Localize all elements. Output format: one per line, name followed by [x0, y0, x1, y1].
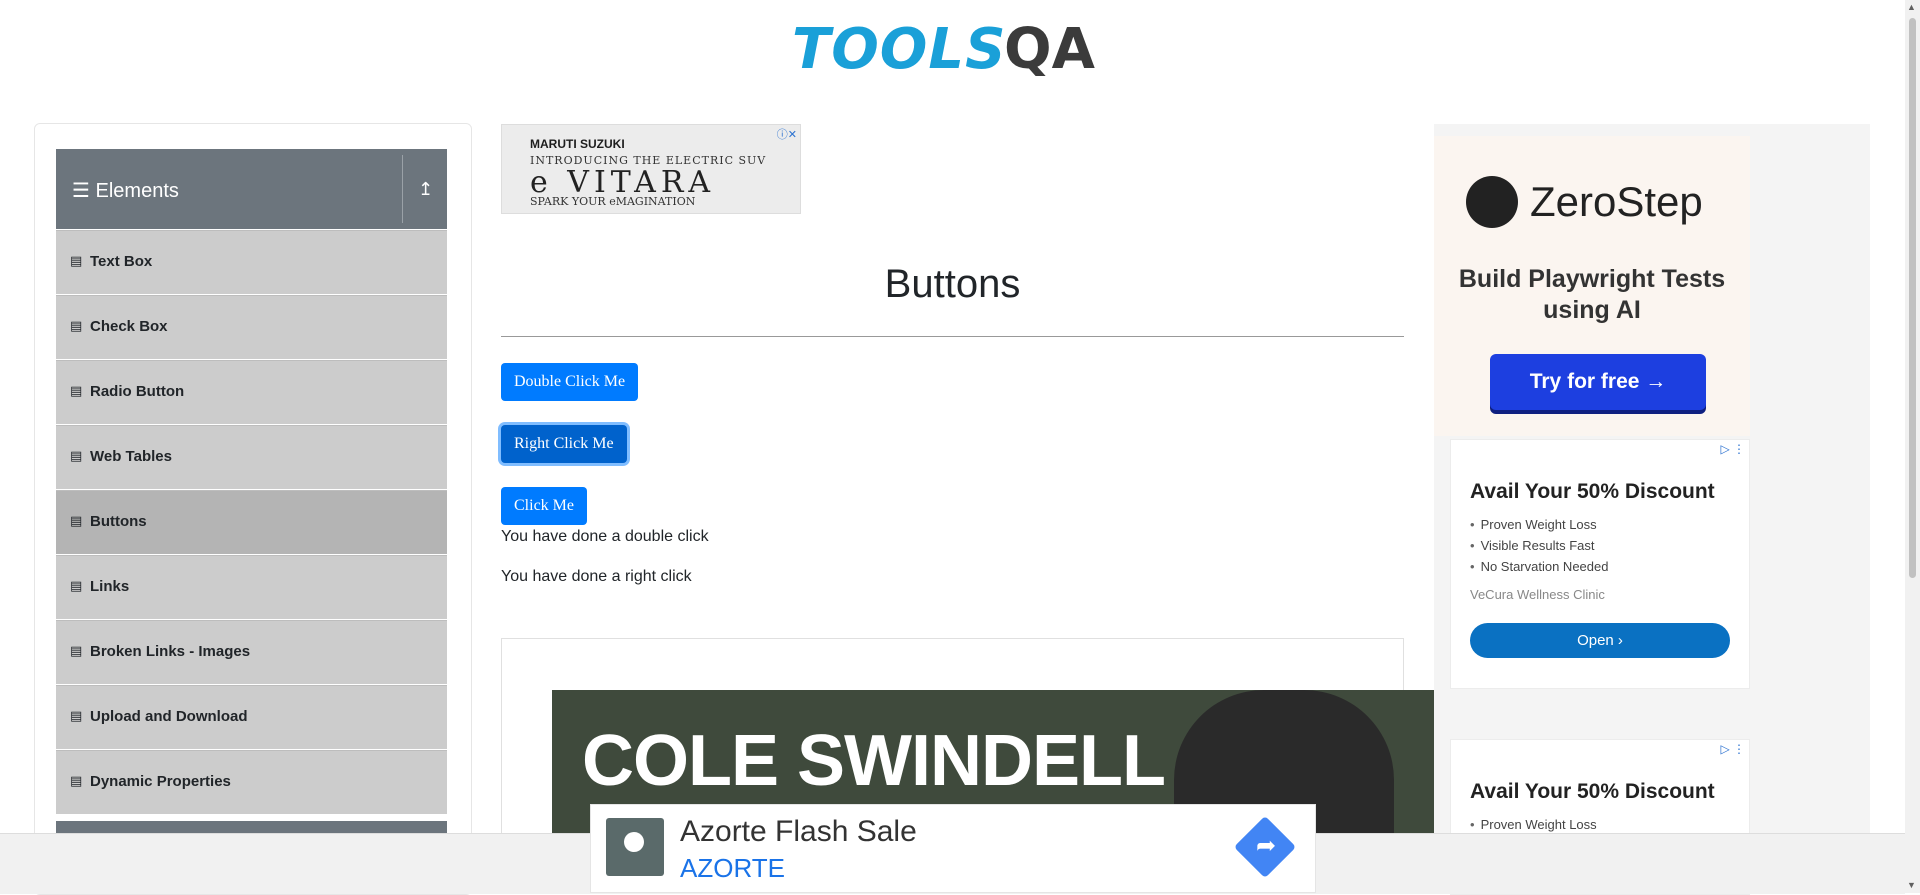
ad-directions-icon[interactable]: ➦: [1233, 815, 1297, 879]
toolsqa-logo[interactable]: TOOLS QA: [792, 12, 1116, 92]
ad-bullet: Visible Results Fast: [1470, 535, 1608, 556]
ad-bullets: Proven Weight Loss Visible Results Fast …: [1470, 514, 1609, 577]
ad-banner-text: COLE SWINDELL: [582, 721, 1166, 801]
html5-icon: ▤: [70, 643, 83, 658]
bottom-ad[interactable]: Azorte Flash Sale AZORTE ➦: [590, 804, 1316, 893]
ad-heading: Avail Your 50% Discount: [1470, 780, 1715, 803]
ad-slogan: SPARK YOUR eMAGINATION: [530, 195, 696, 208]
adchoices-icon[interactable]: ▷ ⋮: [1720, 442, 1745, 456]
sidebar-item-label: Web Tables: [90, 448, 172, 465]
ad-heading: Avail Your 50% Discount: [1470, 480, 1715, 503]
sidebar-menu: ▤ Text Box ▤ Check Box ▤ Radio Button ▤ Web …: [56, 230, 447, 815]
double-click-button[interactable]: Double Click Me: [501, 363, 639, 401]
click-me-button[interactable]: Click Me: [501, 487, 587, 525]
ad-tagline: Build Playwright Tests using AI: [1458, 265, 1726, 324]
ad-bullet: Proven Weight Loss: [1470, 814, 1597, 835]
sidebar-item-label: Buttons: [90, 513, 147, 530]
sidebar-item-label: Broken Links - Images: [90, 643, 251, 660]
logo-accent-text: QA: [1004, 17, 1095, 82]
sidebar-item-radio-button[interactable]: ▤ Radio Button: [56, 360, 447, 424]
collapse-icon[interactable]: ↥: [418, 179, 433, 200]
html5-icon: ▤: [70, 513, 83, 528]
ad-title: Azorte Flash Sale: [680, 815, 917, 848]
sidebar-item-check-box[interactable]: ▤ Check Box: [56, 295, 447, 359]
html5-icon: ▤: [70, 578, 83, 593]
html5-icon: ▤: [70, 318, 83, 333]
sidebar-item-broken-links[interactable]: ▤ Broken Links - Images: [56, 620, 447, 684]
ad-brand: AZORTE: [680, 853, 785, 883]
zerostep-logo-icon: [1466, 176, 1518, 228]
html5-icon: ▤: [70, 253, 83, 268]
ad-source: VeCura Wellness Clinic: [1470, 587, 1605, 602]
html5-icon: ▤: [70, 773, 83, 788]
ad-banner-top[interactable]: MARUTI SUZUKI INTRODUCING THE ELECTRIC S…: [501, 124, 801, 214]
sidebar-item-label: Dynamic Properties: [90, 773, 231, 790]
sidebar-item-label: Text Box: [90, 253, 153, 270]
sidebar-item-label: Upload and Download: [90, 708, 248, 725]
ad-brand: ZeroStep: [1530, 178, 1703, 225]
sidebar-item-label: Radio Button: [90, 383, 185, 400]
ad-bullets: Proven Weight Loss: [1470, 814, 1597, 835]
double-click-message: You have done a double click: [501, 528, 709, 545]
html5-icon: ▤: [70, 448, 83, 463]
scroll-down-icon[interactable]: ▼: [1907, 880, 1916, 890]
group-title-label: Elements: [95, 180, 179, 202]
sidebar-item-label: Links: [90, 578, 130, 595]
title-divider: [501, 336, 1404, 337]
header-divider: [402, 155, 403, 223]
ad-bullet: Proven Weight Loss: [1470, 514, 1608, 535]
page-title: Buttons: [884, 262, 1021, 306]
ad-zerostep[interactable]: ZeroStep Build Playwright Tests using AI…: [1434, 136, 1750, 436]
group-header-elements[interactable]: ☰ Elements ↥: [56, 149, 447, 229]
sidebar-item-web-tables[interactable]: ▤ Web Tables: [56, 425, 447, 489]
ad-card[interactable]: ▷ ⋮ Avail Your 50% Discount Proven Weigh…: [1450, 439, 1750, 689]
sidebar-item-links[interactable]: ▤ Links: [56, 555, 447, 619]
try-for-free-button[interactable]: Try for free →: [1490, 354, 1706, 410]
scrollbar-thumb[interactable]: [1909, 18, 1916, 578]
right-click-message: You have done a right click: [501, 568, 692, 585]
menu-icon: ☰: [72, 180, 90, 202]
scroll-up-icon[interactable]: ▲: [1907, 2, 1916, 12]
group-title: ☰ Elements: [72, 178, 179, 203]
sidebar-item-buttons[interactable]: ▤ Buttons: [56, 490, 447, 554]
sidebar-item-dynamic-properties[interactable]: ▤ Dynamic Properties: [56, 750, 447, 814]
sidebar-item-upload-download[interactable]: ▤ Upload and Download: [56, 685, 447, 749]
ad-brand: MARUTI SUZUKI: [530, 137, 625, 151]
html5-icon: ▤: [70, 383, 83, 398]
ad-close-icon[interactable]: ⓘ✕: [777, 126, 797, 142]
ad-bullet: No Starvation Needed: [1470, 556, 1609, 577]
sidebar-item-text-box[interactable]: ▤ Text Box: [56, 230, 447, 294]
ad-thumbnail: [606, 818, 664, 876]
ad-open-button[interactable]: Open ›: [1470, 623, 1730, 658]
logo-main-text: TOOLS: [792, 17, 1007, 82]
adchoices-icon[interactable]: ▷ ⋮: [1720, 742, 1745, 756]
sidebar-item-label: Check Box: [90, 318, 168, 335]
right-click-button[interactable]: Right Click Me: [501, 425, 627, 463]
html5-icon: ▤: [70, 708, 83, 723]
